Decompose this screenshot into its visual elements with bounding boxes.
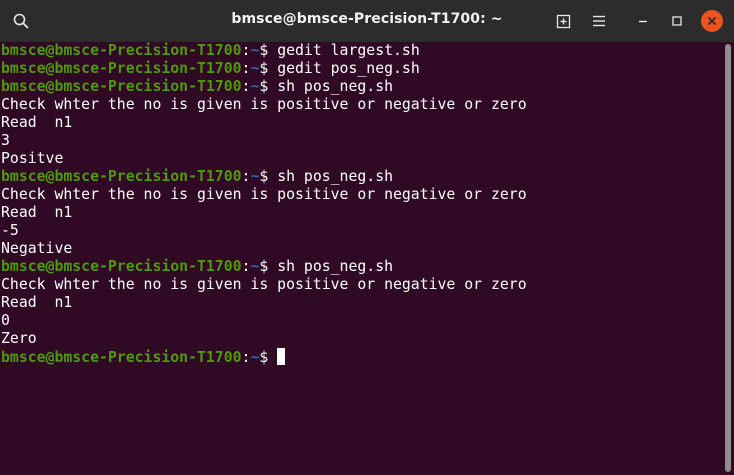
output-line: Check whter the no is given is positive … [1, 186, 527, 203]
command-text: sh pos_neg.sh [277, 168, 394, 185]
prompt-symbol: $ [259, 42, 278, 59]
command-text: sh pos_neg.sh [277, 78, 394, 95]
prompt-line: bmsce@bmsce-Precision-T1700:~$ sh pos_ne… [1, 78, 723, 96]
window-title: bmsce@bmsce-Precision-T1700: ~ [231, 11, 503, 27]
prompt-line: bmsce@bmsce-Precision-T1700:~$ gedit lar… [1, 42, 723, 60]
new-tab-icon[interactable] [551, 8, 577, 34]
output-line: Check whter the no is given is positive … [1, 276, 527, 293]
prompt-user-host: bmsce@bmsce-Precision-T1700 [1, 42, 242, 59]
prompt-symbol: $ [259, 349, 278, 366]
output-line: Check whter the no is given is positive … [1, 96, 527, 113]
terminal-window: bmsce@bmsce-Precision-T1700: ~ bmsce@bms… [0, 0, 734, 475]
output-line: Negative [1, 240, 73, 257]
output-line: 0 [1, 312, 10, 329]
output-line: -5 [1, 222, 19, 239]
terminal-output[interactable]: bmsce@bmsce-Precision-T1700:~$ gedit lar… [0, 42, 723, 475]
output-line: 3 [1, 132, 10, 149]
prompt-user-host: bmsce@bmsce-Precision-T1700 [1, 78, 242, 95]
command-text: sh pos_neg.sh [277, 258, 394, 275]
hamburger-menu-icon[interactable] [586, 8, 612, 34]
prompt-user-host: bmsce@bmsce-Precision-T1700 [1, 258, 242, 275]
output-line: Zero [1, 330, 37, 347]
prompt-user-host: bmsce@bmsce-Precision-T1700 [1, 60, 242, 77]
output-line: Read n1 [1, 114, 73, 131]
prompt-symbol: $ [259, 258, 278, 275]
prompt-line: bmsce@bmsce-Precision-T1700:~$ sh pos_ne… [1, 258, 723, 276]
prompt-user-host: bmsce@bmsce-Precision-T1700 [1, 349, 242, 366]
title-bar[interactable]: bmsce@bmsce-Precision-T1700: ~ [0, 0, 734, 42]
minimize-icon[interactable] [630, 8, 656, 34]
prompt-symbol: $ [259, 78, 278, 95]
command-text: gedit pos_neg.sh [277, 60, 420, 77]
prompt-line: bmsce@bmsce-Precision-T1700:~$ gedit pos… [1, 60, 723, 78]
prompt-line: bmsce@bmsce-Precision-T1700:~$ [1, 348, 723, 366]
close-button[interactable] [701, 10, 723, 32]
close-icon [707, 16, 717, 26]
prompt-user-host: bmsce@bmsce-Precision-T1700 [1, 168, 242, 185]
text-cursor [277, 348, 286, 365]
output-line: Positve [1, 150, 64, 167]
output-line: Read n1 [1, 294, 73, 311]
prompt-line: bmsce@bmsce-Precision-T1700:~$ sh pos_ne… [1, 168, 723, 186]
prompt-symbol: $ [259, 60, 278, 77]
command-text: gedit largest.sh [277, 42, 420, 59]
prompt-symbol: $ [259, 168, 278, 185]
maximize-icon[interactable] [664, 8, 690, 34]
output-line: Read n1 [1, 204, 73, 221]
scrollbar[interactable] [725, 44, 731, 472]
